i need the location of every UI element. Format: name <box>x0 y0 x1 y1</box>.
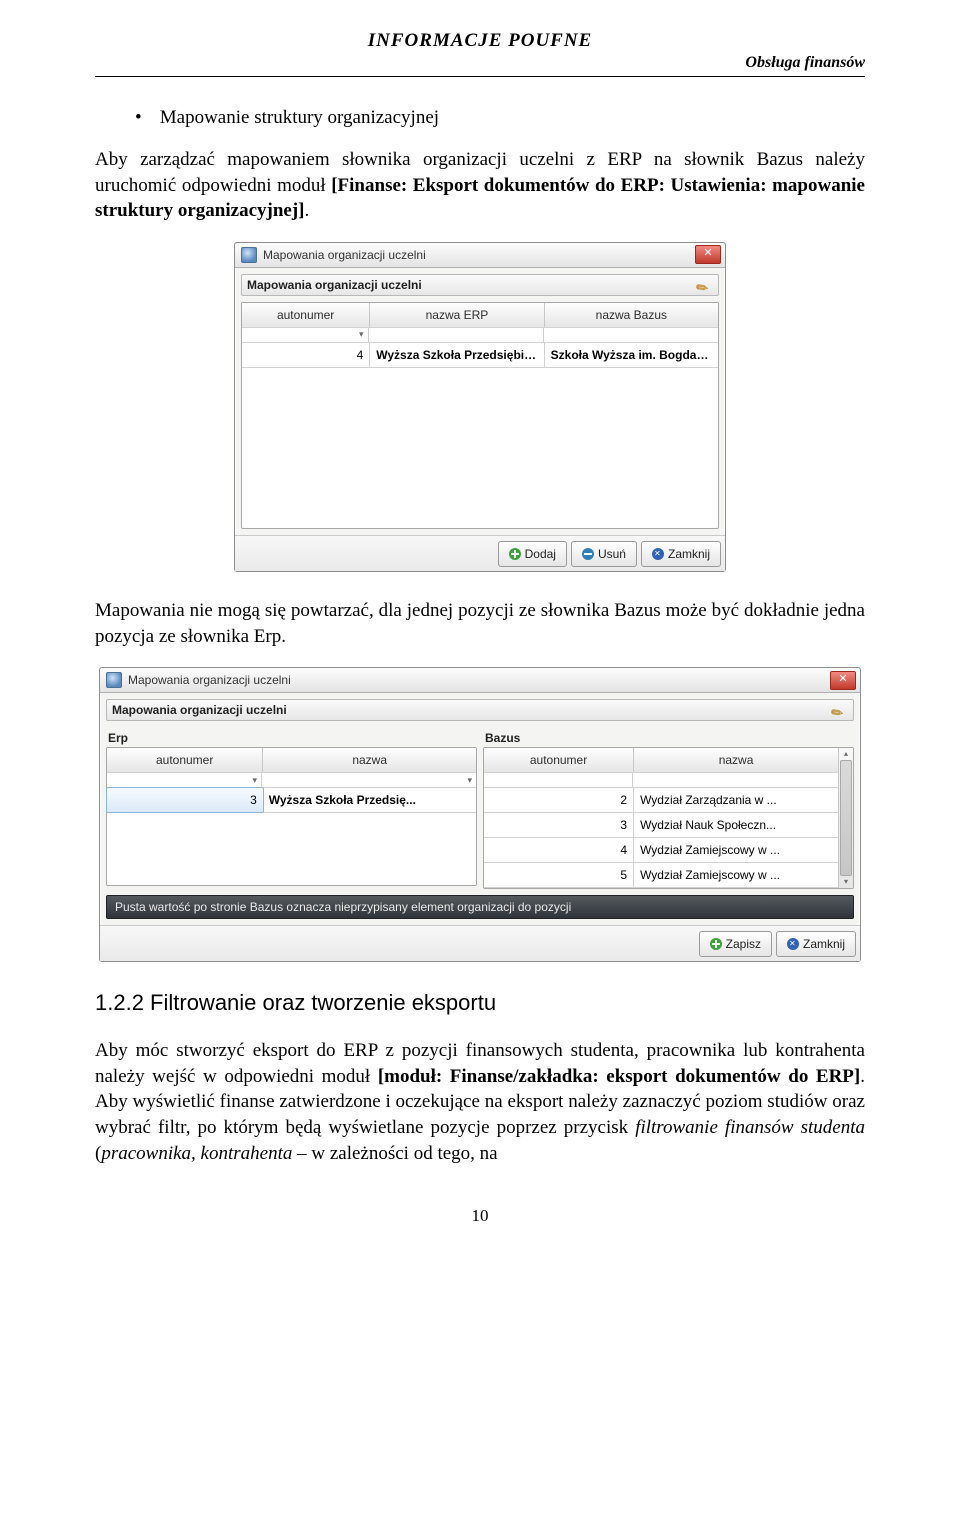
pane-bazus: Bazus autonumer nazwa <box>483 727 854 889</box>
doc-header: INFORMACJE POUFNE Obsługa finansów <box>95 30 865 77</box>
paragraph-1: Aby zarządzać mapowaniem słownika organi… <box>95 147 865 224</box>
table-header-row: autonumer nazwa <box>484 748 838 773</box>
panel-header: Mapowania organizacji uczelni <box>241 274 719 296</box>
dialog-mapowania-1: Mapowania organizacji uczelni ✕ Mapowani… <box>234 242 726 572</box>
filter-row[interactable] <box>484 773 838 788</box>
col-autonumer[interactable]: autonumer <box>107 748 263 772</box>
close-round-icon <box>787 938 799 950</box>
mapping-table: autonumer nazwa ERP nazwa Bazus ▾ 4 Wyżs… <box>241 302 719 529</box>
table-row[interactable]: 3 Wydział Nauk Społeczn... <box>484 813 838 838</box>
close-icon[interactable]: ✕ <box>695 245 721 264</box>
panel-title: Mapowania organizacji uczelni <box>247 278 422 292</box>
paragraph-2: Mapowania nie mogą się powtarzać, dla je… <box>95 598 865 649</box>
pane-erp: Erp autonumer nazwa ▾ ▾ <box>106 727 477 889</box>
pane-label-bazus: Bazus <box>485 731 854 745</box>
save-button[interactable]: Zapisz <box>699 931 772 957</box>
col-nazwa[interactable]: nazwa <box>634 748 838 772</box>
button-bar: Dodaj Usuń Zamknij <box>235 535 725 571</box>
col-autonumer[interactable]: autonumer <box>484 748 634 772</box>
close-button[interactable]: Zamknij <box>641 541 721 567</box>
bullet-item: • Mapowanie struktury organizacyjnej <box>135 107 865 129</box>
delete-button[interactable]: Usuń <box>571 541 637 567</box>
window-title: Mapowania organizacji uczelni <box>263 248 695 262</box>
pane-label-erp: Erp <box>108 731 477 745</box>
window-titlebar[interactable]: Mapowania organizacji uczelni ✕ <box>235 243 725 268</box>
minus-icon <box>582 548 594 560</box>
add-icon <box>509 548 521 560</box>
scroll-thumb[interactable] <box>840 760 852 876</box>
table-row[interactable]: 4 Wyższa Szkoła Przedsiębior... Szkoła W… <box>242 343 718 368</box>
edit-icon[interactable] <box>693 274 716 296</box>
erp-table: autonumer nazwa ▾ ▾ 3 Wyższa Szkoła Prze… <box>107 748 476 885</box>
scroll-down-icon[interactable]: ▾ <box>844 877 848 887</box>
close-icon[interactable]: ✕ <box>830 671 856 690</box>
app-icon <box>241 247 257 263</box>
doc-header-title: INFORMACJE POUFNE <box>95 30 865 52</box>
window-titlebar[interactable]: Mapowania organizacji uczelni ✕ <box>100 668 860 693</box>
table-row[interactable]: 3 Wyższa Szkoła Przedsię... <box>107 788 476 813</box>
empty-area <box>242 368 718 528</box>
empty-area <box>107 813 476 885</box>
col-nazwa-bazus[interactable]: nazwa Bazus <box>545 303 718 327</box>
col-autonumer[interactable]: autonumer <box>242 303 370 327</box>
bullet-icon: • <box>135 107 155 129</box>
close-button[interactable]: Zamknij <box>776 931 856 957</box>
page-number: 10 <box>95 1206 865 1226</box>
save-icon <box>710 938 722 950</box>
app-icon <box>106 672 122 688</box>
close-round-icon <box>652 548 664 560</box>
scroll-up-icon[interactable]: ▴ <box>844 749 848 759</box>
filter-row[interactable]: ▾ <box>242 328 718 343</box>
filter-row[interactable]: ▾ ▾ <box>107 773 476 788</box>
table-row[interactable]: 5 Wydział Zamiejscowy w ... <box>484 863 838 888</box>
panel-header: Mapowania organizacji uczelni <box>106 699 854 721</box>
table-header-row: autonumer nazwa <box>107 748 476 773</box>
bazus-table: autonumer nazwa 2 Wydział Zarządzania w <box>484 748 838 888</box>
table-header-row: autonumer nazwa ERP nazwa Bazus <box>242 303 718 328</box>
panel-title: Mapowania organizacji uczelni <box>112 703 287 717</box>
window-title: Mapowania organizacji uczelni <box>128 673 830 687</box>
doc-header-subtitle: Obsługa finansów <box>95 54 865 72</box>
dialog-mapowania-2: Mapowania organizacji uczelni ✕ Mapowani… <box>99 667 861 962</box>
add-button[interactable]: Dodaj <box>498 541 567 567</box>
button-bar: Zapisz Zamknij <box>100 925 860 961</box>
edit-icon[interactable] <box>828 699 851 721</box>
section-heading-122: 1.2.2 Filtrowanie oraz tworzenie eksport… <box>95 990 865 1016</box>
paragraph-3: Aby móc stworzyć eksport do ERP z pozycj… <box>95 1038 865 1166</box>
bullet-text: Mapowanie struktury organizacyjnej <box>160 107 439 128</box>
table-row[interactable]: 4 Wydział Zamiejscowy w ... <box>484 838 838 863</box>
col-nazwa[interactable]: nazwa <box>263 748 476 772</box>
hint-banner: Pusta wartość po stronie Bazus oznacza n… <box>106 895 854 919</box>
doc-header-rule <box>95 76 865 77</box>
col-nazwa-erp[interactable]: nazwa ERP <box>370 303 544 327</box>
scrollbar[interactable]: ▴ ▾ <box>838 748 853 888</box>
table-row[interactable]: 2 Wydział Zarządzania w ... <box>484 788 838 813</box>
